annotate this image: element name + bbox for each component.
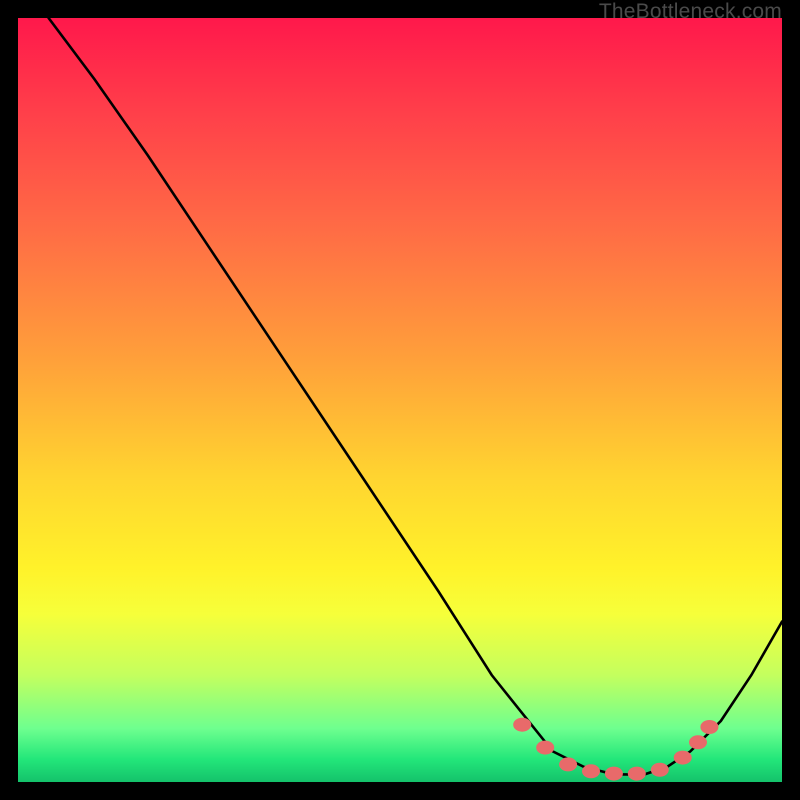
fit-dot xyxy=(605,767,623,781)
fit-dot xyxy=(582,764,600,778)
fit-dot xyxy=(700,720,718,734)
fit-dot xyxy=(689,735,707,749)
bottleneck-curve xyxy=(49,18,782,774)
chart-plot-area xyxy=(18,18,782,782)
fit-dot xyxy=(651,763,669,777)
fit-dot xyxy=(559,757,577,771)
chart-frame: TheBottleneck.com xyxy=(0,0,800,800)
fit-dot xyxy=(536,741,554,755)
fit-dot xyxy=(674,751,692,765)
fit-dot xyxy=(513,718,531,732)
curve-layer xyxy=(49,18,782,774)
watermark-text: TheBottleneck.com xyxy=(599,0,782,24)
chart-svg xyxy=(18,18,782,782)
fit-dot xyxy=(628,767,646,781)
fit-region-dots xyxy=(513,718,718,781)
